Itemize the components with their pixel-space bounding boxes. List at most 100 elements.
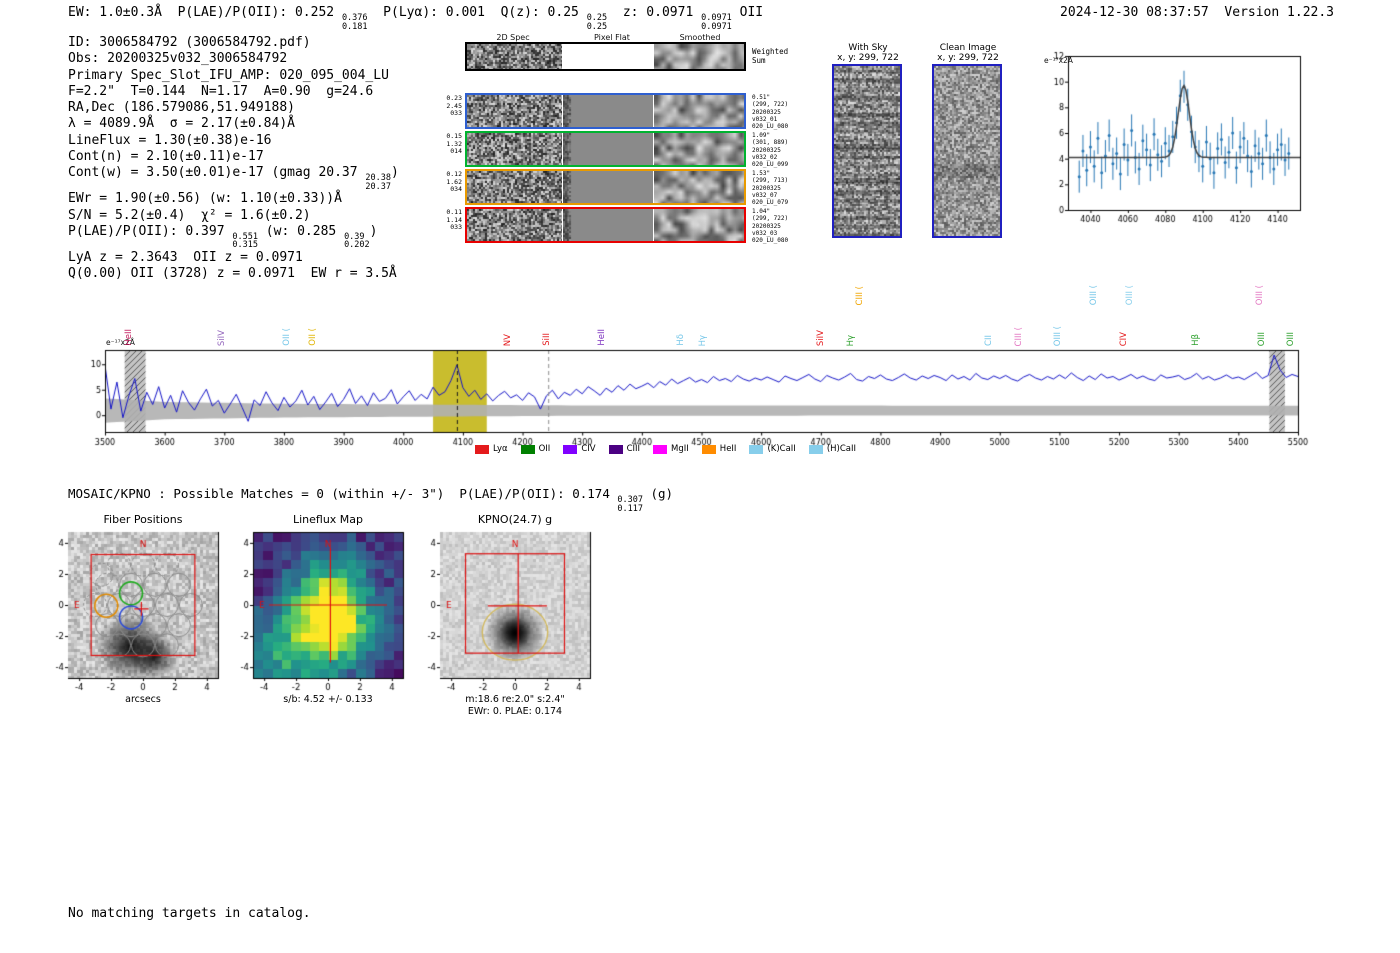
fiber-xlabel: arcsecs xyxy=(125,694,161,705)
emission-line-label-nv: NV xyxy=(503,333,514,346)
row-weight-values: 0.23 2.45 033 xyxy=(446,94,462,117)
legend-swatch xyxy=(701,444,716,454)
kpno-title: KPNO(24.7) g xyxy=(477,513,553,526)
text-run: (g) xyxy=(642,486,674,501)
legend-swatch xyxy=(608,444,623,454)
legend-item: CIII xyxy=(608,444,641,454)
inset-unit-label: e⁻¹⁷x2Å xyxy=(1044,56,1073,65)
legend-item: HeII xyxy=(701,444,736,454)
smoothed-strip xyxy=(654,171,744,203)
text-run: OII xyxy=(731,5,764,20)
2d-spec-strip xyxy=(467,171,562,203)
info-line: LineFlux = 1.30(±0.38)e-16 xyxy=(68,133,399,149)
footer-notes: No matching targets in catalog. Row inte… xyxy=(68,875,311,953)
text-run: Obs: 20200325v032_3006584792 xyxy=(68,51,288,67)
info-line: Primary Spec_Slot_IFU_AMP: 020_095_004_L… xyxy=(68,68,399,84)
col-title-2d-spec: 2D Spec xyxy=(496,33,530,42)
info-line: F=2.2" T=0.144 N=1.17 A=0.90 g=24.6 xyxy=(68,84,399,100)
2d-cutout-row xyxy=(465,131,746,167)
info-line: Obs: 20200325v032_3006584792 xyxy=(68,51,399,67)
smoothed-strip xyxy=(654,44,744,69)
emission-line-label-oiii: OIII ( xyxy=(1124,284,1135,305)
kpno-caption-2: EWr: 0. PLAE: 0.174 xyxy=(467,706,563,717)
text-run: ) xyxy=(391,165,399,181)
row-fiber-info: 1.04" (299, 722) 20200325 v032_03 020_LU… xyxy=(752,208,789,245)
lineflux-map-title: Lineflux Map xyxy=(292,513,364,526)
elixer-report-page: EW: 1.0±0.3Å P(LAE)/P(OII): 0.252 0.376 0… xyxy=(0,0,1400,953)
row-fiber-info: 1.09" (301, 889) 20200325 v032_02 020_LU… xyxy=(752,132,789,169)
text-run: ) xyxy=(369,223,378,239)
text-run: P(LAE)/P(OII): 0.397 xyxy=(68,223,233,239)
text-run: EWr = 1.90(±0.56) (w: 1.10(±0.33))Å xyxy=(68,191,342,207)
with-sky-image xyxy=(832,64,902,238)
emission-line-label-oiii: OIII ( xyxy=(1089,284,1100,305)
with-sky-title: With Sky xyxy=(848,43,888,53)
footer-line-1: No matching targets in catalog. xyxy=(68,906,311,921)
text-run: (w: 0.285 xyxy=(257,223,345,239)
row-weight-values: 0.15 1.32 014 xyxy=(446,132,462,155)
legend-label: MgII xyxy=(671,444,689,454)
2d-cutout-row xyxy=(465,42,746,71)
kpno-image-panel xyxy=(402,528,607,696)
lineflux-map-panel xyxy=(215,528,420,696)
legend-item: (K)CaII xyxy=(749,444,796,454)
text-run: z: 0.0971 xyxy=(607,5,702,20)
emission-line-label-oii: OII ( xyxy=(281,328,292,346)
detection-info-block: ID: 3006584792 (3006584792.pdf) Obs: 2020… xyxy=(68,35,399,283)
legend-swatch xyxy=(653,444,668,454)
col-title-smoothed: Smoothed xyxy=(679,33,721,42)
info-line: Cont(w) = 3.50(±0.01)e-17 (gmag 20.37 20… xyxy=(68,165,399,191)
2d-cutout-row xyxy=(465,93,746,129)
info-line: S/N = 5.2(±0.4) χ² = 1.6(±0.2) xyxy=(68,208,399,224)
text-run: ID: 3006584792 (3006584792.pdf) xyxy=(68,35,311,50)
lineflux-caption: s/b: 4.52 +/- 0.133 xyxy=(283,694,373,705)
text-run: Primary Spec_Slot_IFU_AMP: 020_095_004_L… xyxy=(68,67,389,83)
emission-line-label-h: Hδ xyxy=(676,334,687,346)
emission-line-label-oii: OII ( xyxy=(307,328,318,346)
emission-line-label-ciii: CIII ( xyxy=(1014,326,1025,346)
legend-item: (H)CaII xyxy=(808,444,856,454)
summary-header-line: EW: 1.0±0.3Å P(LAE)/P(OII): 0.252 0.376 0… xyxy=(68,5,763,31)
text-run: EW: 1.0±0.3Å P(LAE)/P(OII): 0.252 xyxy=(68,5,342,20)
info-line: RA,Dec (186.579086,51.949188) xyxy=(68,100,399,116)
legend-item: OII xyxy=(520,444,550,454)
smoothed-strip xyxy=(654,209,744,241)
legend-label: Lyα xyxy=(493,444,508,454)
stacked-uncertainty: 0.0971 0.0971 xyxy=(701,13,732,32)
stacked-uncertainty: 0.376 0.181 xyxy=(341,13,368,32)
legend-swatch xyxy=(520,444,535,454)
emission-line-label-oiii: OIII xyxy=(1257,331,1268,346)
info-line: Cont(n) = 2.10(±0.11)e-17 xyxy=(68,149,399,165)
kpno-caption-1: m:18.6 re:2.0" s:2.4" xyxy=(465,694,565,705)
legend-swatch xyxy=(475,444,489,454)
legend-label: (H)CaII xyxy=(826,444,856,454)
stacked-uncertainty: 20.38 20.37 xyxy=(365,173,392,192)
stacked-uncertainty: 0.39 0.202 xyxy=(344,231,370,251)
2d-spec-strip xyxy=(467,95,562,127)
pixel-flat-strip xyxy=(563,171,653,203)
row-weight-values: 0.12 1.62 034 xyxy=(446,170,462,193)
text-run: P(Lyα): 0.001 Q(z): 0.25 xyxy=(367,5,587,20)
info-line: ID: 3006584792 (3006584792.pdf) xyxy=(68,35,399,51)
pixel-flat-strip xyxy=(563,133,653,165)
pixel-flat-strip xyxy=(563,95,653,127)
legend-label: CIII xyxy=(626,444,641,454)
text-run: LineFlux = 1.30(±0.38)e-16 xyxy=(68,132,272,148)
report-version: Version 1.22.3 xyxy=(1224,5,1334,20)
2d-spec-strip xyxy=(467,209,562,241)
emission-line-label-h: Hβ xyxy=(1190,334,1201,346)
clean-image xyxy=(932,64,1002,238)
text-run: S/N = 5.2(±0.4) χ² = 1.6(±0.2) xyxy=(68,207,311,223)
legend-item: Lyα xyxy=(475,444,508,454)
info-line: λ = 4089.9Å σ = 2.17(±0.84)Å xyxy=(68,116,399,132)
legend-swatch xyxy=(808,444,823,454)
legend-label: CIV xyxy=(581,444,596,454)
fiber-positions-panel xyxy=(30,528,235,696)
emission-line-label-heii: HeII xyxy=(124,329,135,346)
stacked-uncertainty: 0.25 0.25 xyxy=(586,13,608,32)
row-fiber-info: 1.53" (299, 713) 20200325 v032_07 020_LU… xyxy=(752,170,789,207)
line-fit-plot xyxy=(1032,48,1312,238)
smoothed-strip xyxy=(654,95,744,127)
2d-spec-cutout-rows: 0.23 2.45 033 0.51" (299, 722) 20200325 v… xyxy=(446,42,805,254)
weighted-sum-label: Weighted Sum xyxy=(752,47,789,65)
